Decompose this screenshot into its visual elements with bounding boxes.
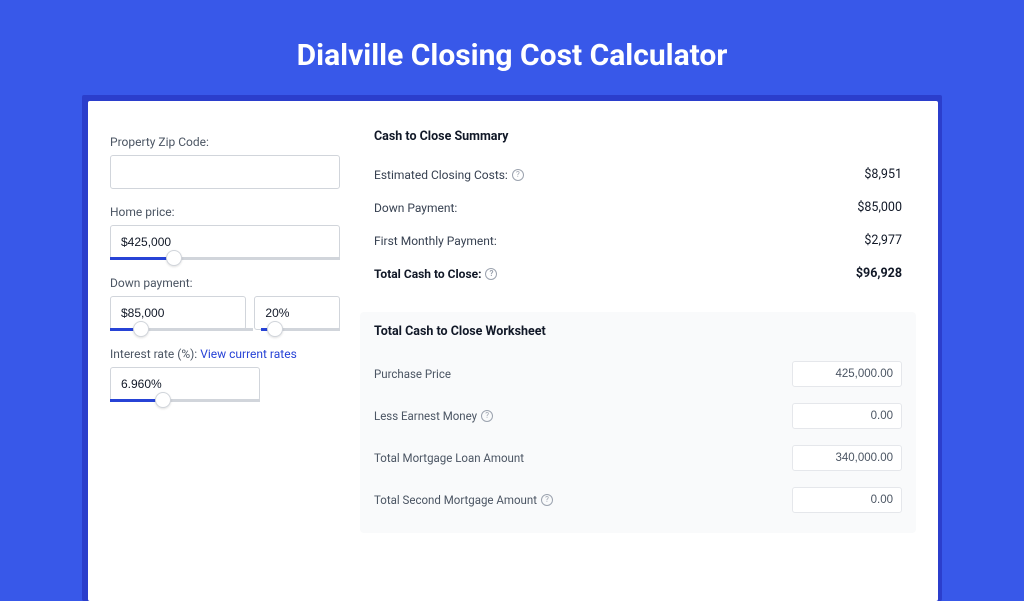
home-price-group: Home price: — [110, 205, 340, 260]
home-price-input[interactable] — [110, 225, 340, 259]
worksheet-row: Purchase Price — [374, 353, 902, 395]
row-value: $2,977 — [864, 233, 902, 248]
down-payment-label: Down payment: — [110, 276, 340, 290]
help-icon[interactable]: ? — [541, 494, 553, 506]
interest-group: Interest rate (%): View current rates — [110, 347, 340, 402]
ws-input-earnest-money[interactable] — [792, 403, 902, 429]
summary-row: First Monthly Payment: $2,977 — [374, 224, 902, 257]
row-value: $96,928 — [856, 266, 902, 281]
calculator-outer-card: Property Zip Code: Home price: Down paym… — [82, 95, 942, 601]
down-payment-input[interactable] — [110, 296, 246, 330]
slider-thumb[interactable] — [267, 321, 283, 337]
row-label: First Monthly Payment: — [374, 234, 497, 248]
summary-title: Cash to Close Summary — [374, 129, 902, 144]
input-panel: Property Zip Code: Home price: Down paym… — [110, 119, 340, 601]
interest-slider[interactable] — [110, 399, 260, 402]
row-label: Estimated Closing Costs: ? — [374, 168, 524, 182]
summary-row: Estimated Closing Costs: ? $8,951 — [374, 158, 902, 191]
worksheet-row: Total Mortgage Loan Amount — [374, 437, 902, 479]
summary-card: Cash to Close Summary Estimated Closing … — [360, 119, 916, 298]
summary-row: Down Payment: $85,000 — [374, 191, 902, 224]
zip-group: Property Zip Code: — [110, 135, 340, 189]
slider-thumb[interactable] — [166, 250, 182, 266]
help-icon[interactable]: ? — [481, 410, 493, 422]
results-panel: Cash to Close Summary Estimated Closing … — [360, 119, 916, 601]
row-label: Total Cash to Close: ? — [374, 267, 497, 281]
zip-input[interactable] — [110, 155, 340, 189]
worksheet-row: Total Second Mortgage Amount ? — [374, 479, 902, 521]
zip-label: Property Zip Code: — [110, 135, 340, 149]
row-value: $8,951 — [864, 167, 902, 182]
ws-input-second-mortgage[interactable] — [792, 487, 902, 513]
page-title: Dialville Closing Cost Calculator — [0, 0, 1024, 95]
worksheet-card: Total Cash to Close Worksheet Purchase P… — [360, 312, 916, 533]
ws-input-mortgage-amount[interactable] — [792, 445, 902, 471]
worksheet-title: Total Cash to Close Worksheet — [374, 324, 902, 339]
down-payment-slider[interactable] — [110, 328, 340, 331]
ws-label: Total Second Mortgage Amount ? — [374, 493, 553, 507]
ws-label: Total Mortgage Loan Amount — [374, 451, 524, 465]
help-icon[interactable]: ? — [512, 169, 524, 181]
view-rates-link[interactable]: View current rates — [200, 347, 297, 361]
home-price-slider[interactable] — [110, 257, 340, 260]
interest-input[interactable] — [110, 367, 260, 401]
row-label: Down Payment: — [374, 201, 457, 215]
interest-label: Interest rate (%): View current rates — [110, 347, 340, 361]
calculator-card: Property Zip Code: Home price: Down paym… — [88, 101, 938, 601]
help-icon[interactable]: ? — [485, 268, 497, 280]
ws-input-purchase-price[interactable] — [792, 361, 902, 387]
down-payment-group: Down payment: — [110, 276, 340, 331]
ws-label: Purchase Price — [374, 367, 451, 381]
summary-total-row: Total Cash to Close: ? $96,928 — [374, 257, 902, 290]
home-price-label: Home price: — [110, 205, 340, 219]
ws-label: Less Earnest Money ? — [374, 409, 493, 423]
slider-thumb[interactable] — [155, 392, 171, 408]
row-value: $85,000 — [857, 200, 902, 215]
slider-thumb[interactable] — [133, 321, 149, 337]
worksheet-row: Less Earnest Money ? — [374, 395, 902, 437]
